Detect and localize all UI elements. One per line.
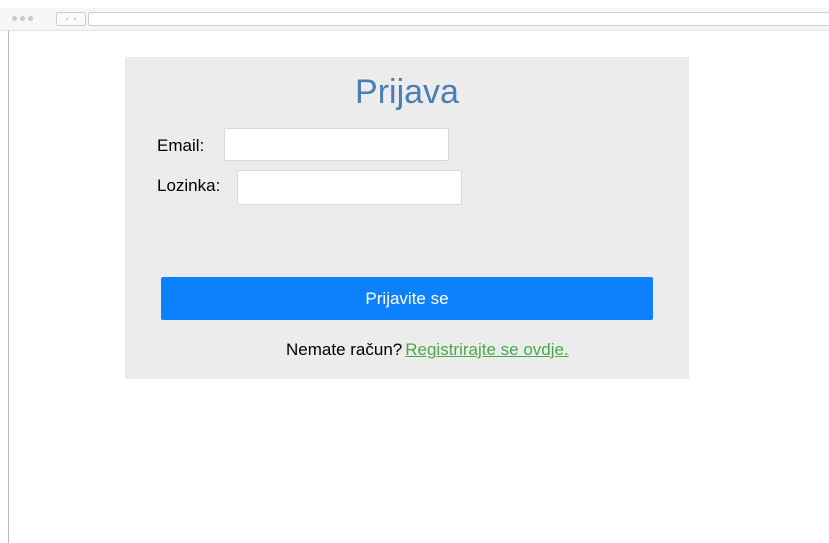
- forward-icon[interactable]: ›: [74, 15, 77, 23]
- email-field[interactable]: [224, 128, 449, 161]
- no-account-text: Nemate račun?: [286, 340, 403, 359]
- nav-buttons: ‹ ›: [56, 12, 86, 26]
- page-title: Prijava: [355, 73, 459, 111]
- register-prompt: Nemate račun? Registrirajte se ovdje.: [286, 341, 569, 358]
- password-label: Lozinka:: [157, 176, 221, 195]
- window-controls: [12, 16, 33, 21]
- back-icon[interactable]: ‹: [66, 15, 69, 23]
- address-bar[interactable]: [88, 12, 829, 26]
- login-panel: Prijava Email: Lozinka: Prijavite se Nem…: [125, 57, 689, 379]
- email-label: Email:: [157, 136, 205, 155]
- minimize-window-dot[interactable]: [20, 16, 25, 21]
- window-frame-edge: [8, 8, 9, 543]
- maximize-window-dot[interactable]: [28, 16, 33, 21]
- browser-toolbar: ‹ ›: [0, 8, 829, 31]
- login-button[interactable]: Prijavite se: [161, 277, 653, 320]
- register-link[interactable]: Registrirajte se ovdje.: [405, 340, 568, 359]
- close-window-dot[interactable]: [12, 16, 17, 21]
- password-field[interactable]: [237, 170, 462, 205]
